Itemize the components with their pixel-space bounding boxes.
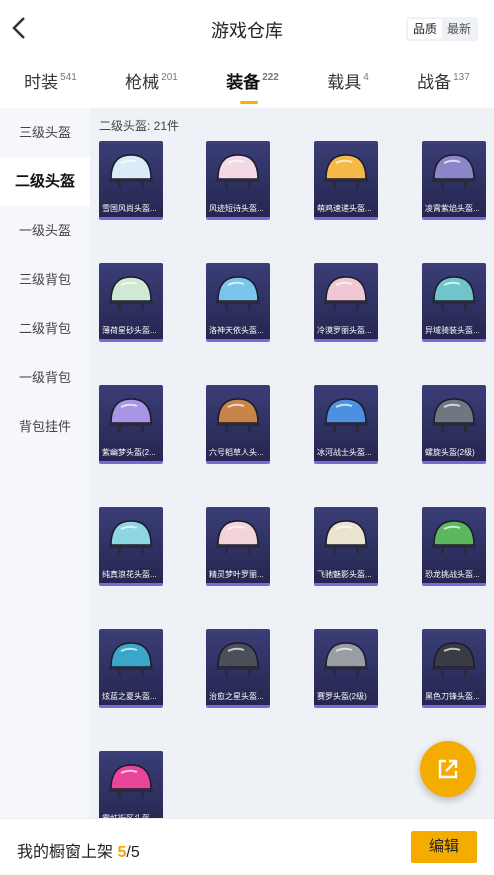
item-name: 精灵梦叶罗丽...: [209, 570, 264, 579]
item-name: 炫蓝之夏头盔...: [102, 692, 157, 701]
helmet-icon: [432, 398, 476, 432]
showcase-label: 我的橱窗上架: [17, 844, 114, 861]
share-button[interactable]: [420, 741, 476, 797]
item-card[interactable]: 风迹短诗头盔...: [206, 141, 270, 220]
item-name: 风迹短诗头盔...: [209, 204, 264, 213]
item-card[interactable]: 洛神天依头盔...: [206, 263, 270, 342]
sidebar-item-level2-helmet[interactable]: 二级头盔: [0, 157, 90, 206]
item-card[interactable]: 飞驰魅影头盔...: [314, 507, 378, 586]
item-name: 螺旋头盔(2级): [425, 448, 475, 457]
helmet-icon: [432, 276, 476, 310]
item-name: 凌霄紫焰头盔...: [425, 204, 480, 213]
item-name: 萌鸡速递头盔...: [317, 204, 372, 213]
tab-fashion[interactable]: 时装 541: [20, 62, 81, 104]
item-card[interactable]: 治愈之星头盔...: [206, 629, 270, 708]
tab-label: 载具: [327, 73, 362, 92]
item-card[interactable]: 纯真浪花头盔...: [99, 507, 163, 586]
item-name: 洛神天依头盔...: [209, 326, 264, 335]
tab-label: 战备: [417, 73, 452, 92]
item-name: 冷漠罗丽头盔...: [317, 326, 372, 335]
tab-label: 枪械: [125, 73, 160, 92]
tab-label: 时装: [24, 73, 59, 92]
edit-button[interactable]: 编辑: [411, 831, 477, 863]
tab-equipment[interactable]: 装备 222: [222, 62, 283, 104]
item-card[interactable]: 冰河战士头盔...: [314, 385, 378, 464]
showcase-bar: 我的橱窗上架 5/5 编辑: [0, 818, 494, 875]
item-name: 六号稻草人头...: [209, 448, 264, 457]
helmet-icon: [109, 398, 153, 432]
item-name: 治愈之星头盔...: [209, 692, 264, 701]
sidebar-item-level1-backpack[interactable]: 一级背包: [0, 353, 90, 402]
tab-count: 541: [60, 72, 77, 83]
item-card[interactable]: 赛罗头盔(2级): [314, 629, 378, 708]
item-name: 冰河战士头盔...: [317, 448, 372, 457]
helmet-icon: [216, 642, 260, 676]
item-card[interactable]: 六号稻草人头...: [206, 385, 270, 464]
helmet-icon: [324, 398, 368, 432]
helmet-icon: [432, 642, 476, 676]
share-icon: [438, 759, 458, 779]
item-name: 飞驰魅影头盔...: [317, 570, 372, 579]
helmet-icon: [216, 398, 260, 432]
sidebar-item-level2-backpack[interactable]: 二级背包: [0, 304, 90, 353]
item-name: 黑色刀锋头盔...: [425, 692, 480, 701]
item-card[interactable]: 紫幽梦头盔(2...: [99, 385, 163, 464]
item-card[interactable]: 螺旋头盔(2级): [422, 385, 486, 464]
tab-supplies[interactable]: 战备 137: [413, 62, 474, 104]
sidebar-item-backpack-charm[interactable]: 背包挂件: [0, 402, 90, 451]
item-card[interactable]: 炫蓝之夏头盔...: [99, 629, 163, 708]
tab-weapons[interactable]: 枪械 201: [121, 62, 182, 104]
sidebar-item-level3-helmet[interactable]: 三级头盔: [0, 108, 90, 157]
item-card[interactable]: 萌鸡速递头盔...: [314, 141, 378, 220]
item-card[interactable]: 凌霄紫焰头盔...: [422, 141, 486, 220]
tab-count: 4: [363, 72, 369, 83]
item-name: 紫幽梦头盔(2...: [102, 448, 156, 457]
category-tabs: 时装 541 枪械 201 装备 222 载具 4 战备 137: [0, 62, 494, 104]
showcase-status: 我的橱窗上架 5/5: [17, 838, 140, 862]
item-card[interactable]: 黑色刀锋头盔...: [422, 629, 486, 708]
helmet-icon: [432, 154, 476, 188]
helmet-icon: [432, 520, 476, 554]
item-name: 纯真浪花头盔...: [102, 570, 157, 579]
helmet-icon: [109, 520, 153, 554]
sort-quality-button[interactable]: 品质: [408, 19, 442, 39]
sort-latest-button[interactable]: 最新: [442, 19, 476, 39]
helmet-icon: [109, 154, 153, 188]
item-panel: 二级头盔: 21件 雪国风尚头盔... 风迹短诗头盔... 萌鸡速递头盔... 凌霄紫…: [90, 108, 494, 830]
item-name: 雪国风尚头盔...: [102, 204, 157, 213]
sidebar-item-level3-backpack[interactable]: 三级背包: [0, 255, 90, 304]
sidebar: 三级头盔 二级头盔 一级头盔 三级背包 二级背包 一级背包 背包挂件: [0, 108, 90, 818]
tab-count: 201: [161, 72, 178, 83]
item-name: 异域骑装头盔...: [425, 326, 480, 335]
item-name: 薄荷星砂头盔...: [102, 326, 157, 335]
item-card[interactable]: 恐龙挑战头盔...: [422, 507, 486, 586]
helmet-icon: [216, 520, 260, 554]
helmet-icon: [324, 520, 368, 554]
sort-toggle: 品质 最新: [406, 17, 478, 41]
tab-vehicles[interactable]: 载具 4: [323, 62, 373, 104]
helmet-icon: [109, 276, 153, 310]
tab-count: 137: [453, 72, 470, 83]
helmet-icon: [216, 276, 260, 310]
tab-label: 装备: [226, 73, 261, 92]
item-card[interactable]: 异域骑装头盔...: [422, 263, 486, 342]
item-name: 赛罗头盔(2级): [317, 692, 367, 701]
item-card[interactable]: 薄荷星砂头盔...: [99, 263, 163, 342]
helmet-icon: [109, 764, 153, 798]
header: 游戏仓库 品质 最新: [0, 0, 494, 58]
item-name: 恐龙挑战头盔...: [425, 570, 480, 579]
sidebar-item-level1-helmet[interactable]: 一级头盔: [0, 206, 90, 255]
helmet-icon: [324, 276, 368, 310]
item-card[interactable]: 冷漠罗丽头盔...: [314, 263, 378, 342]
item-card[interactable]: 雪国风尚头盔...: [99, 141, 163, 220]
helmet-icon: [109, 642, 153, 676]
tab-count: 222: [262, 72, 279, 83]
helmet-icon: [216, 154, 260, 188]
helmet-icon: [324, 642, 368, 676]
item-card[interactable]: 精灵梦叶罗丽...: [206, 507, 270, 586]
helmet-icon: [324, 154, 368, 188]
showcase-total-count: 5: [130, 844, 140, 861]
item-count: 二级头盔: 21件: [99, 119, 180, 133]
